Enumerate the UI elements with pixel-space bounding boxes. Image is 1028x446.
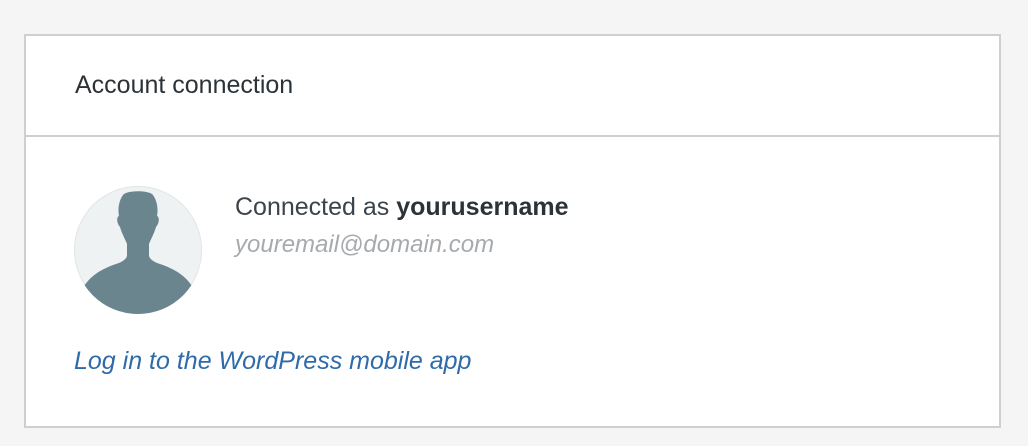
avatar xyxy=(74,186,202,314)
account-connection-card: Account connection Connected as youruser… xyxy=(24,34,1001,428)
card-header: Account connection xyxy=(26,36,999,137)
default-user-silhouette-icon xyxy=(78,191,198,314)
connected-prefix: Connected as xyxy=(235,193,390,221)
mobile-app-login-link[interactable]: Log in to the WordPress mobile app xyxy=(74,347,471,376)
account-email: youremail@domain.com xyxy=(235,231,495,258)
connected-as-text: Connected as yourusername xyxy=(235,193,569,222)
username: yourusername xyxy=(396,193,569,221)
card-title: Account connection xyxy=(75,71,294,99)
card-body: Connected as yourusername youremail@doma… xyxy=(26,137,999,426)
